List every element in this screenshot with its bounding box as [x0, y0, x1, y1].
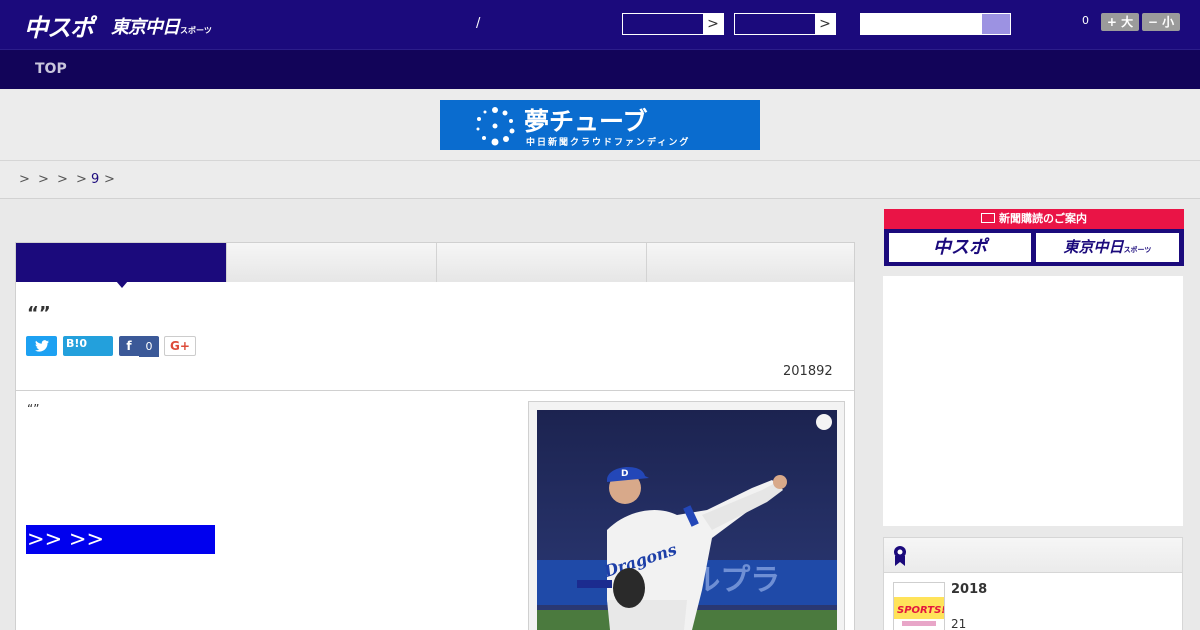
ribbon-icon	[894, 546, 906, 566]
facebook-icon: f	[126, 339, 132, 353]
tab-4[interactable]	[646, 243, 854, 282]
font-smaller-button[interactable]: − 小	[1142, 13, 1180, 31]
pitcher-illustration: アールプラ D Dragons	[537, 410, 837, 630]
pitcher-photo[interactable]: アールプラ D Dragons	[537, 410, 837, 630]
article-card: “” B!0 f0 G+ 201892 “” >> >> アールプラ D Dra…	[15, 242, 855, 630]
article-date: 201892	[783, 364, 833, 379]
facebook-count: 0	[139, 337, 159, 357]
chevron-right-icon: >	[703, 14, 723, 34]
tab-1[interactable]	[16, 243, 226, 282]
breadcrumb-separator: >	[76, 172, 87, 187]
active-tab-caret-icon	[116, 281, 128, 288]
tokyo-logo-sub: スポーツ	[180, 26, 212, 35]
site-header: 中スポ 東京中日スポーツ / > > 0 + 大 − 小	[0, 0, 1200, 49]
banner-area: 夢チューブ 中日新聞クラウドファンディング	[0, 90, 1200, 161]
breadcrumb: > > > > 9 >	[0, 161, 1200, 199]
nav-item-top[interactable]: TOP	[35, 61, 67, 77]
search-button[interactable]	[982, 13, 1011, 35]
subscription-box: 新聞購読のご案内 中スポ 東京中日スポーツ	[884, 209, 1184, 266]
article-divider	[16, 390, 854, 391]
sports-thumbnail-image: SPORTS!!	[894, 583, 944, 630]
subscribe-tokyo-label: 東京中日	[1063, 238, 1124, 256]
subscribe-chuspo-button[interactable]: 中スポ	[889, 233, 1031, 262]
search-input[interactable]	[860, 13, 983, 35]
chevron-right-icon: >	[815, 14, 835, 34]
newspaper-icon	[981, 213, 995, 223]
ranking-item-count: 21	[951, 617, 967, 630]
breadcrumb-separator: >	[104, 172, 115, 187]
breadcrumb-separator: >	[38, 172, 49, 187]
thumb-text: SPORTS!!	[897, 605, 944, 616]
tab-3[interactable]	[436, 243, 646, 282]
ranking-item-title[interactable]: 2018	[951, 582, 987, 597]
banner-subtitle: 中日新聞クラウドファンディング	[526, 138, 691, 148]
article-photo-frame: アールプラ D Dragons	[528, 401, 845, 630]
header-separator: /	[476, 16, 481, 31]
tokyo-logo-text: 東京中日	[111, 17, 180, 38]
ranking-header	[884, 538, 1182, 573]
breadcrumb-separator: >	[57, 172, 68, 187]
main-nav: TOP	[0, 49, 1200, 89]
article-headline: “”	[27, 303, 51, 324]
facebook-share-button[interactable]: f0	[119, 336, 159, 357]
yume-tube-banner[interactable]: 夢チューブ 中日新聞クラウドファンディング	[440, 100, 760, 150]
breadcrumb-separator: >	[19, 172, 30, 187]
tab-2[interactable]	[226, 243, 436, 282]
category-select-1[interactable]: >	[622, 13, 724, 35]
twitter-share-button[interactable]	[26, 336, 57, 356]
subscription-heading-text: 新聞購読のご案内	[999, 212, 1087, 225]
font-size-indicator: 0	[1082, 14, 1089, 27]
hatena-bookmark-button[interactable]: B!0	[63, 336, 113, 356]
subscribe-tokyo-sub: スポーツ	[1123, 246, 1152, 254]
subscription-heading: 新聞購読のご案内	[884, 209, 1184, 229]
category-select-2[interactable]: >	[734, 13, 836, 35]
banner-title: 夢チューブ	[524, 107, 648, 136]
related-article-link[interactable]: >> >>	[26, 525, 215, 554]
svg-text:D: D	[621, 469, 628, 479]
subscribe-tokyo-button[interactable]: 東京中日スポーツ	[1036, 233, 1179, 262]
google-plus-share-button[interactable]: G+	[164, 336, 196, 356]
font-larger-button[interactable]: + 大	[1101, 13, 1139, 31]
article-tabs	[16, 243, 854, 282]
article-lead: “”	[27, 402, 40, 416]
ranking-thumbnail[interactable]: SPORTS!!	[893, 582, 945, 630]
ranking-box: SPORTS!! 2018 21	[883, 537, 1183, 630]
tokyo-chunichi-logo[interactable]: 東京中日スポーツ	[111, 13, 212, 39]
sidebar-ad[interactable]	[883, 276, 1183, 526]
breadcrumb-item-current[interactable]: 9	[91, 172, 99, 187]
dots-ring-icon	[476, 107, 515, 146]
hatena-count: 0	[79, 337, 88, 350]
twitter-bird-icon	[34, 340, 49, 352]
chuspo-logo[interactable]: 中スポ	[24, 8, 94, 43]
hatena-label: B!	[66, 337, 80, 350]
